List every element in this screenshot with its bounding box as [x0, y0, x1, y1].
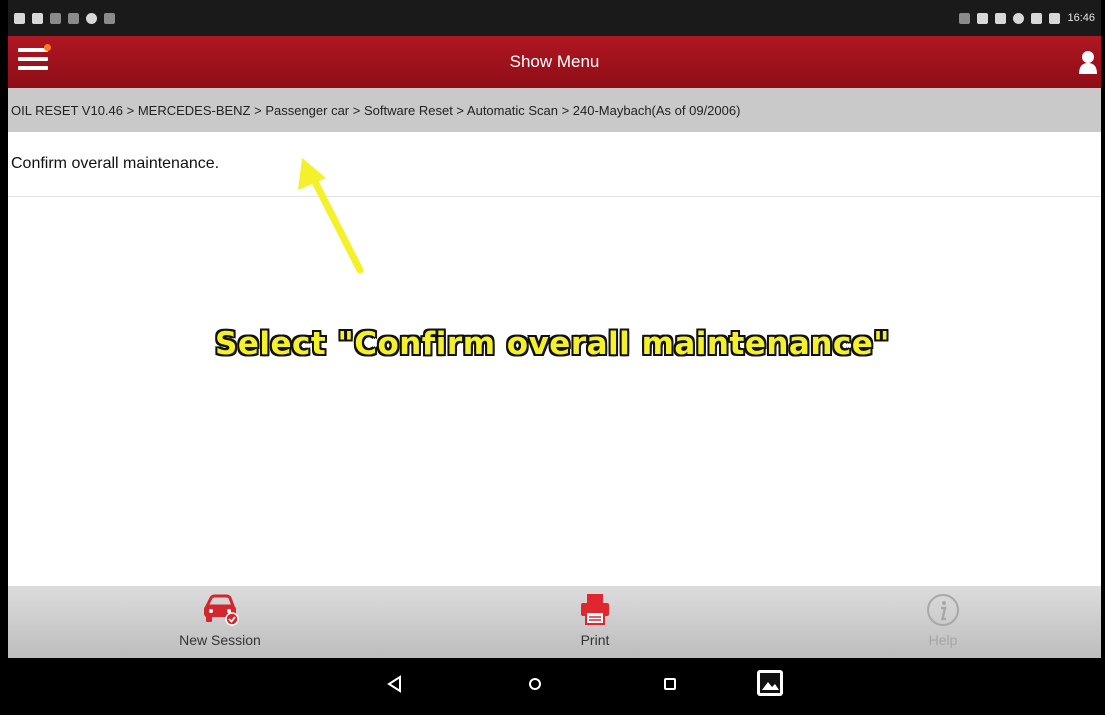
- wifi-icon: [1031, 12, 1043, 24]
- sync-icon: [1013, 12, 1025, 24]
- android-navigation-bar: [8, 658, 1101, 715]
- status-notifications: [14, 12, 115, 24]
- printer-icon: [581, 594, 609, 625]
- car-icon: [204, 594, 239, 626]
- app-bar-title: Show Menu: [509, 52, 600, 71]
- screenshot-gallery-icon[interactable]: [755, 668, 785, 698]
- notification-icon: [68, 12, 79, 24]
- status-bar: 16:46: [8, 0, 1101, 36]
- recent-apps-icon[interactable]: [658, 672, 682, 696]
- print-button[interactable]: Print: [525, 592, 665, 656]
- notification-icon: [50, 12, 61, 24]
- notification-icon: [32, 12, 43, 24]
- menu-item-confirm-overall-maintenance[interactable]: Confirm overall maintenance.: [8, 132, 1101, 197]
- breadcrumb: OIL RESET V10.46 > MERCEDES-BENZ > Passe…: [8, 88, 1101, 132]
- location-icon: [977, 12, 989, 24]
- bluetooth-icon: [995, 12, 1007, 24]
- arrow-icon: [298, 158, 364, 274]
- notification-icon: [86, 12, 97, 24]
- user-icon[interactable]: [1079, 50, 1097, 74]
- screen: 16:46 Show Menu OIL RESET V10.46 > MERCE…: [0, 0, 1105, 715]
- bottom-action-bar: New Session Print Help: [8, 586, 1101, 658]
- help-label: Help: [928, 632, 958, 648]
- app-bar: Show Menu: [8, 36, 1101, 88]
- notification-icon: [104, 12, 115, 24]
- info-icon: [927, 594, 959, 626]
- status-time: 16:46: [1067, 12, 1095, 24]
- vibrate-icon: [959, 12, 971, 24]
- back-icon[interactable]: [383, 672, 407, 696]
- overlay-caption: Select "Confirm overall maintenance": [215, 326, 890, 362]
- notification-icon: [14, 12, 25, 24]
- new-session-button[interactable]: New Session: [150, 592, 290, 656]
- print-label: Print: [580, 632, 610, 648]
- home-icon[interactable]: [523, 672, 547, 696]
- help-button[interactable]: Help: [873, 592, 1013, 656]
- battery-icon: [1049, 12, 1061, 24]
- status-indicators: 16:46: [959, 12, 1095, 24]
- new-session-label: New Session: [179, 632, 261, 648]
